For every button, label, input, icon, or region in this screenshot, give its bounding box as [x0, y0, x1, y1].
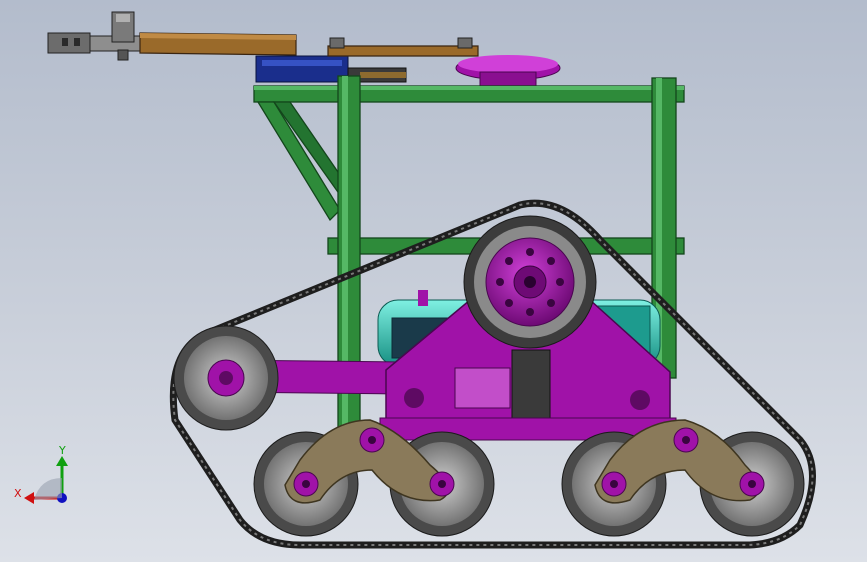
- drive-sprocket: [463, 215, 597, 349]
- triad-shadow: [34, 478, 62, 500]
- magenta-turntable: [455, 55, 561, 87]
- axis-triad: Y X: [14, 444, 68, 504]
- blue-motor-block: [255, 55, 407, 83]
- gripper-assembly: [47, 11, 141, 61]
- y-axis-label: Y: [58, 444, 66, 457]
- x-axis-arrowhead: [24, 492, 34, 504]
- robot-model: Y X: [14, 11, 816, 549]
- y-axis-arrowhead: [56, 456, 68, 466]
- x-axis-label: X: [14, 487, 22, 500]
- upper-arm-link: [139, 32, 297, 56]
- front-idler-wheel: [173, 325, 279, 431]
- lower-arm-link: [327, 37, 479, 57]
- cad-viewport[interactable]: Y X: [0, 0, 867, 562]
